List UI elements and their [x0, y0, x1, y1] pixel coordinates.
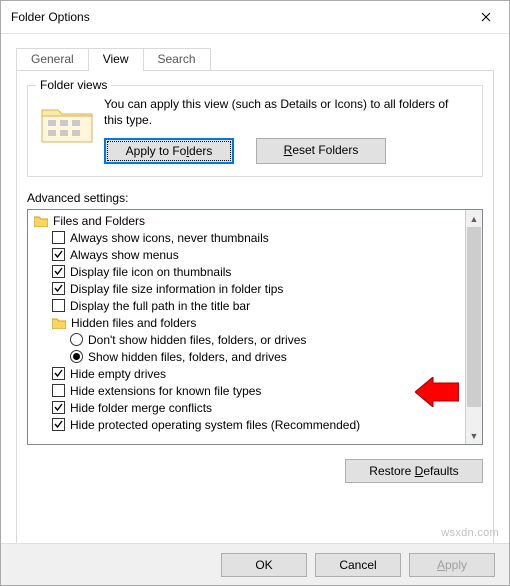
- tab-general[interactable]: General: [16, 48, 89, 70]
- checkbox-icon: [52, 265, 65, 278]
- tree-item[interactable]: Always show icons, never thumbnails: [30, 229, 465, 246]
- scroll-up-icon[interactable]: ▲: [466, 210, 482, 227]
- restore-defaults-button[interactable]: Restore Defaults: [345, 459, 483, 483]
- radio-icon: [70, 350, 83, 363]
- checkbox-icon: [52, 367, 65, 380]
- tree-group-hidden: Hidden files and folders: [30, 314, 465, 331]
- dialog-button-bar: OK Cancel Apply: [1, 543, 509, 585]
- checkbox-icon: [52, 401, 65, 414]
- advanced-settings-label: Advanced settings:: [27, 191, 483, 205]
- folder-options-window: Folder Options General View Search Folde…: [0, 0, 510, 586]
- tree-item[interactable]: Display file icon on thumbnails: [30, 263, 465, 280]
- tree-item[interactable]: Hide folder merge conflicts: [30, 399, 465, 416]
- checkbox-icon: [52, 418, 65, 431]
- close-icon: [481, 12, 491, 22]
- checkbox-icon: [52, 248, 65, 261]
- tab-panel-view: Folder views You can apply this view (su…: [16, 70, 494, 544]
- folder-icon: [34, 215, 48, 227]
- titlebar: Folder Options: [1, 1, 509, 33]
- checkbox-icon: [52, 282, 65, 295]
- folder-views-title: Folder views: [36, 78, 111, 92]
- reset-folders-button[interactable]: Reset Folders: [256, 138, 386, 164]
- apply-button[interactable]: Apply: [409, 553, 495, 577]
- window-title: Folder Options: [11, 10, 463, 24]
- tree-scrollbar[interactable]: ▲ ▼: [465, 210, 482, 444]
- tree-item[interactable]: Hide extensions for known file types: [30, 382, 465, 399]
- tree-item[interactable]: Display the full path in the title bar: [30, 297, 465, 314]
- checkbox-icon: [52, 299, 65, 312]
- tree-group-files-folders: Files and Folders: [30, 212, 465, 229]
- radio-show-hidden[interactable]: Show hidden files, folders, and drives: [30, 348, 465, 365]
- tree-item[interactable]: Display file size information in folder …: [30, 280, 465, 297]
- tree-item[interactable]: Hide protected operating system files (R…: [30, 416, 465, 433]
- radio-icon: [70, 333, 83, 346]
- scroll-down-icon[interactable]: ▼: [466, 427, 482, 444]
- tree-item[interactable]: Always show menus: [30, 246, 465, 263]
- radio-dont-show-hidden[interactable]: Don't show hidden files, folders, or dri…: [30, 331, 465, 348]
- apply-to-folders-button[interactable]: Apply to Folders: [104, 138, 234, 164]
- scrollbar-thumb[interactable]: [467, 227, 481, 407]
- checkbox-icon: [52, 384, 65, 397]
- tab-view[interactable]: View: [88, 48, 144, 71]
- folder-view-icon: [40, 102, 94, 146]
- advanced-settings-tree[interactable]: Files and Folders Always show icons, nev…: [27, 209, 483, 445]
- cancel-button[interactable]: Cancel: [315, 553, 401, 577]
- folder-views-text: You can apply this view (such as Details…: [104, 96, 470, 128]
- folder-views-group: Folder views You can apply this view (su…: [27, 85, 483, 177]
- checkbox-icon: [52, 231, 65, 244]
- ok-button[interactable]: OK: [221, 553, 307, 577]
- tabs: General View Search: [16, 48, 494, 70]
- watermark: wsxdn.com: [441, 527, 499, 539]
- close-button[interactable]: [463, 1, 509, 33]
- folder-icon: [52, 317, 66, 329]
- tree-item[interactable]: Hide empty drives: [30, 365, 465, 382]
- tab-search[interactable]: Search: [143, 48, 211, 70]
